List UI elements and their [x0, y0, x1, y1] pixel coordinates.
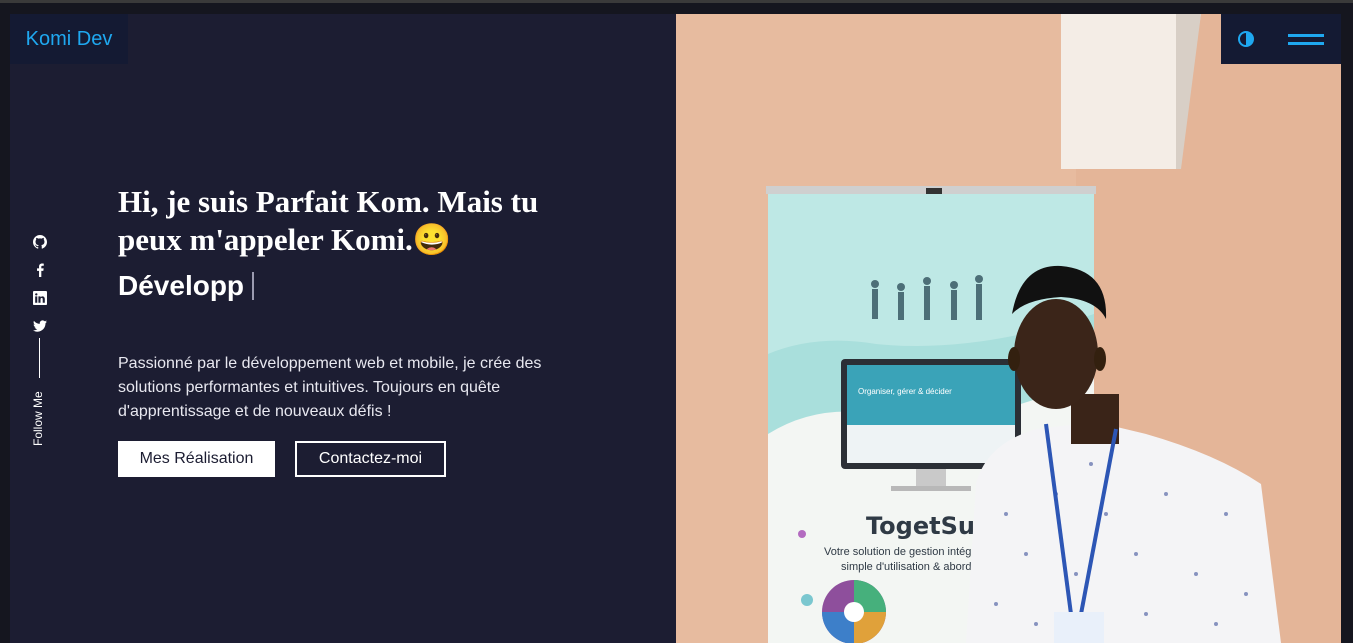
contact-button[interactable]: Contactez-moi: [295, 441, 446, 477]
profile-photo: Organiser, gérer & décider TogetSu Votre…: [676, 14, 1341, 643]
frame-top: [0, 3, 1353, 14]
half-circle-icon[interactable]: [1238, 31, 1254, 47]
hamburger-icon[interactable]: [1288, 32, 1324, 46]
github-icon[interactable]: [29, 228, 51, 256]
page: Komi Dev Follow Me Hi, je suis Parfait K…: [0, 0, 1353, 643]
typed-role-text: Développ: [118, 270, 245, 301]
hero-description: Passionné par le développement web et mo…: [118, 355, 542, 420]
linkedin-icon[interactable]: [29, 284, 51, 312]
banner-brand: TogetSu: [866, 512, 975, 540]
twitter-icon[interactable]: [29, 312, 51, 340]
banner-screen-title: Organiser, gérer & décider: [858, 387, 952, 396]
hero-title: Hi, je suis Parfait Kom. Mais tu peux m'…: [118, 184, 539, 257]
frame-left: [0, 3, 10, 643]
hero-section: [10, 14, 676, 643]
banner-tagline-2: simple d'utilisation & abordable: [841, 561, 992, 573]
banner-tagline-1: Votre solution de gestion intégré: [824, 546, 981, 558]
site-logo[interactable]: Komi Dev: [10, 14, 128, 64]
typing-caret: [252, 272, 255, 300]
typed-role: Développ: [118, 268, 255, 304]
header-controls: [1221, 14, 1341, 64]
frame-right: [1341, 3, 1353, 643]
site-logo-text[interactable]: Komi Dev: [26, 28, 113, 51]
profile-photo-illustration: Organiser, gérer & décider TogetSu Votre…: [676, 14, 1341, 643]
social-divider: [39, 338, 40, 378]
facebook-icon[interactable]: [29, 256, 51, 284]
portfolio-button[interactable]: Mes Réalisation: [118, 441, 275, 477]
social-links: [29, 228, 51, 340]
follow-me-label: Follow Me: [31, 391, 45, 446]
